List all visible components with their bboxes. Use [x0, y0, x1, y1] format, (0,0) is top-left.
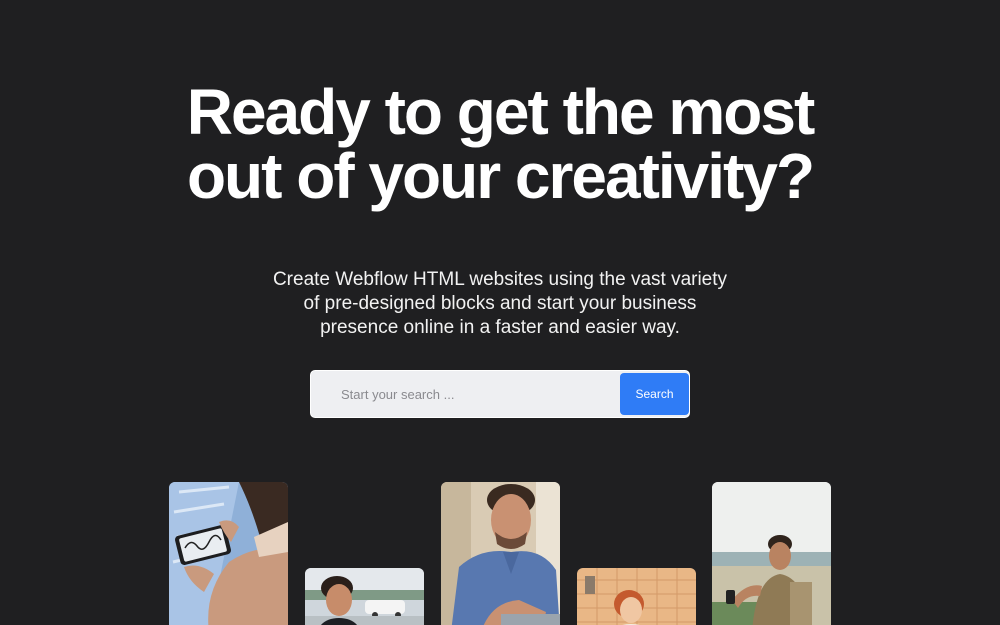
gallery-image-hands-signing-phone: [169, 482, 288, 625]
hero-subtitle-line-2: of pre-designed blocks and start your bu…: [303, 293, 697, 314]
search-button[interactable]: Search: [620, 373, 689, 415]
hero-subtitle: Create Webflow HTML websites using the v…: [0, 268, 1000, 340]
hero-subtitle-line-3: presence online in a faster and easier w…: [320, 317, 680, 338]
hero-title-line-2: out of your creativity?: [186, 140, 815, 212]
hero-title-line-1: Ready to get the most: [186, 76, 816, 148]
hero-title: Ready to get the most out of your creati…: [0, 80, 1000, 208]
gallery-image-woman-kitchen: [577, 568, 696, 625]
landing-page: Ready to get the most out of your creati…: [0, 0, 1000, 625]
gallery-image-man-smiling-outdoors: [305, 568, 424, 625]
gallery-image-man-seaside-phone: [712, 482, 831, 625]
search-input[interactable]: [311, 371, 611, 417]
hero-subtitle-line-1: Create Webflow HTML websites using the v…: [272, 269, 728, 290]
gallery-image-man-blue-shirt-laptop: [441, 482, 560, 625]
search-form: Search: [310, 370, 690, 418]
